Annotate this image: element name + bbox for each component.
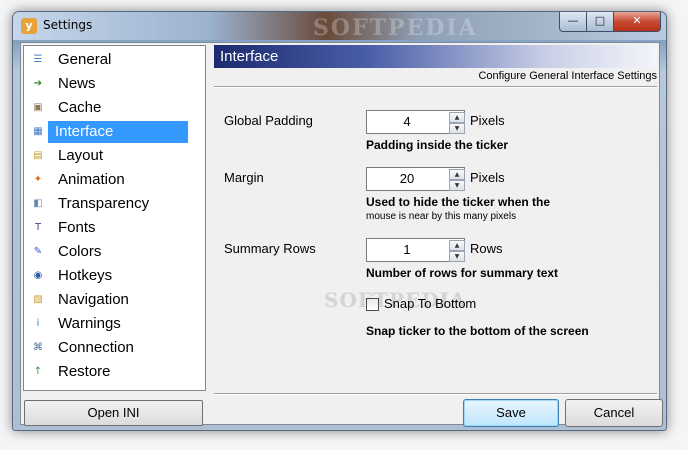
summary-rows-spinner[interactable]: ▲ ▼ <box>366 238 465 262</box>
summary-rows-unit: Rows <box>470 241 503 256</box>
margin-label: Margin <box>224 170 264 185</box>
sidebar-item-news[interactable]: ➔ News <box>28 73 188 95</box>
connection-icon: ⌘ <box>33 342 43 353</box>
sidebar-item-label: Fonts <box>58 219 96 236</box>
layout-icon: ▤ <box>33 150 43 161</box>
sidebar-item-restore[interactable]: ↑ Restore <box>28 361 188 383</box>
colors-icon: ✎ <box>33 246 43 257</box>
spin-down-icon[interactable]: ▼ <box>449 180 465 191</box>
cancel-button[interactable]: Cancel <box>565 399 663 427</box>
global-padding-hint: Padding inside the ticker <box>366 138 509 152</box>
hotkeys-icon: ◉ <box>33 270 43 281</box>
sidebar-item-connection[interactable]: ⌘ Connection <box>28 337 188 359</box>
title-watermark: SOFTPEDIA <box>313 15 478 41</box>
sidebar-item-interface[interactable]: ▦ Interface <box>28 121 188 143</box>
sidebar-item-label: Navigation <box>58 291 129 308</box>
dialog-client-area: ☰ General ➔ News ▣ Cache ▦ Interface ▤ Layout ✦ Ani… <box>20 42 663 427</box>
sidebar-item-label: Transparency <box>58 195 150 212</box>
save-button[interactable]: Save <box>463 399 559 427</box>
global-padding-input[interactable] <box>367 111 447 131</box>
margin-hint: Used to hide the ticker when the <box>366 195 551 209</box>
app-icon: y <box>21 18 37 34</box>
settings-window: y Settings SOFTPEDIA — □ ✕ ☰ General ➔ News… <box>12 11 667 431</box>
sidebar-item-fonts[interactable]: T Fonts <box>28 217 188 239</box>
sidebar-item-label: Hotkeys <box>58 267 113 284</box>
open-ini-button[interactable]: Open INI <box>24 400 203 426</box>
global-padding-label: Global Padding <box>224 113 313 128</box>
cache-icon: ▣ <box>33 102 43 113</box>
sidebar-item-label: Interface <box>48 121 188 143</box>
sidebar-item-general[interactable]: ☰ General <box>28 49 188 71</box>
sidebar-item-colors[interactable]: ✎ Colors <box>28 241 188 263</box>
snap-to-bottom-checkbox[interactable] <box>366 298 379 311</box>
general-icon: ☰ <box>33 54 43 65</box>
margin-hint-detail: mouse is near by this many pixels <box>366 211 517 222</box>
transparency-icon: ◧ <box>33 198 43 209</box>
restore-icon: ↑ <box>33 366 43 377</box>
spin-down-icon[interactable]: ▼ <box>449 123 465 134</box>
window-title: Settings <box>43 18 93 32</box>
fonts-icon: T <box>34 222 42 233</box>
panel-divider <box>214 86 657 88</box>
title-bar[interactable]: y Settings SOFTPEDIA — □ ✕ <box>13 12 666 41</box>
warnings-icon: i <box>36 318 40 329</box>
global-padding-unit: Pixels <box>470 113 505 128</box>
sidebar-item-hotkeys[interactable]: ◉ Hotkeys <box>28 265 188 287</box>
interface-icon: ▦ <box>33 126 43 137</box>
sidebar-item-warnings[interactable]: i Warnings <box>28 313 188 335</box>
snap-to-bottom-hint: Snap ticker to the bottom of the screen <box>366 324 589 338</box>
global-padding-spinner[interactable]: ▲ ▼ <box>366 110 465 134</box>
summary-rows-label: Summary Rows <box>224 241 316 256</box>
minimize-button[interactable]: — <box>559 12 587 32</box>
sidebar-item-layout[interactable]: ▤ Layout <box>28 145 188 167</box>
sidebar-item-cache[interactable]: ▣ Cache <box>28 97 188 119</box>
close-button[interactable]: ✕ <box>613 12 661 32</box>
maximize-button[interactable]: □ <box>586 12 614 32</box>
spin-down-icon[interactable]: ▼ <box>449 251 465 262</box>
summary-rows-input[interactable] <box>367 239 447 259</box>
animation-icon: ✦ <box>33 174 43 185</box>
sidebar-item-label: Cache <box>58 99 102 116</box>
margin-arrows[interactable]: ▲ ▼ <box>449 169 465 191</box>
sidebar-item-label: Restore <box>58 363 111 380</box>
snap-to-bottom-label[interactable]: Snap To Bottom <box>384 296 476 311</box>
news-arrow-icon: ➔ <box>33 78 43 89</box>
sidebar-item-transparency[interactable]: ◧ Transparency <box>28 193 188 215</box>
panel-subtitle: Configure General Interface Settings <box>478 70 657 82</box>
sidebar-item-label: General <box>58 51 112 68</box>
spin-up-icon[interactable]: ▲ <box>449 112 465 123</box>
panel-bottom-divider <box>214 393 657 395</box>
summary-rows-arrows[interactable]: ▲ ▼ <box>449 240 465 262</box>
sidebar-item-label: Colors <box>58 243 102 260</box>
spin-up-icon[interactable]: ▲ <box>449 240 465 251</box>
sidebar-item-label: Warnings <box>58 315 121 332</box>
margin-unit: Pixels <box>470 170 505 185</box>
sidebar-item-label: Connection <box>58 339 134 356</box>
sidebar-item-animation[interactable]: ✦ Animation <box>28 169 188 191</box>
sidebar-item-label: Layout <box>58 147 104 164</box>
sidebar-item-label: Animation <box>58 171 125 188</box>
spin-up-icon[interactable]: ▲ <box>449 169 465 180</box>
sidebar-item-navigation[interactable]: ▧ Navigation <box>28 289 188 311</box>
panel-header: Interface <box>214 45 657 68</box>
summary-rows-hint: Number of rows for summary text <box>366 266 559 280</box>
margin-spinner[interactable]: ▲ ▼ <box>366 167 465 191</box>
global-padding-arrows[interactable]: ▲ ▼ <box>449 112 465 134</box>
sidebar-item-label: News <box>58 75 96 92</box>
navigation-icon: ▧ <box>33 294 43 305</box>
panel-title: Interface <box>220 48 279 65</box>
category-list[interactable]: ☰ General ➔ News ▣ Cache ▦ Interface ▤ Layout ✦ Ani… <box>23 45 206 391</box>
margin-input[interactable] <box>367 168 447 188</box>
settings-panel: Interface Configure General Interface Se… <box>214 45 657 395</box>
